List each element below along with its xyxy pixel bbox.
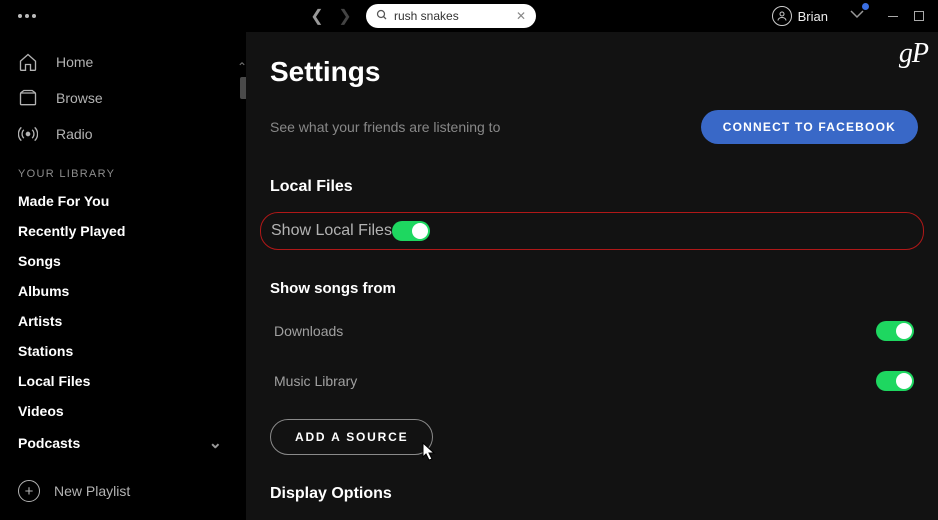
chevron-down-icon: ⌄: [209, 433, 222, 453]
new-playlist-button[interactable]: + New Playlist: [0, 466, 246, 520]
search-icon: [376, 9, 388, 24]
add-source-button[interactable]: ADD A SOURCE: [270, 419, 433, 455]
avatar-icon: [772, 6, 792, 26]
sidebar-item-artists[interactable]: Artists: [0, 306, 246, 336]
window-maximize-button[interactable]: [914, 11, 924, 21]
show-songs-from-header: Show songs from: [270, 280, 918, 297]
browse-icon: [18, 88, 38, 108]
source-row-downloads: Downloads: [270, 315, 918, 347]
display-options-header: Display Options: [270, 485, 918, 503]
sidebar-item-recently-played[interactable]: Recently Played: [0, 216, 246, 246]
notification-button[interactable]: [848, 5, 866, 28]
user-menu[interactable]: Brian: [772, 6, 828, 26]
sidebar-item-home[interactable]: Home: [0, 44, 246, 80]
search-value: rush snakes: [394, 9, 510, 23]
source-toggle-music-library[interactable]: [876, 371, 914, 391]
watermark: gP: [899, 38, 928, 70]
home-icon: [18, 52, 38, 72]
local-files-header: Local Files: [270, 178, 918, 196]
sidebar-item-songs[interactable]: Songs: [0, 246, 246, 276]
sidebar-item-made-for-you[interactable]: Made For You: [0, 186, 246, 216]
source-label: Music Library: [274, 373, 876, 389]
sidebar-item-label: Radio: [56, 126, 93, 142]
sidebar-item-label: Home: [56, 54, 93, 70]
sidebar-item-label: Browse: [56, 90, 103, 106]
sidebar-item-stations[interactable]: Stations: [0, 336, 246, 366]
sidebar-item-radio[interactable]: Radio: [0, 116, 246, 152]
show-local-files-label: Show Local Files: [271, 222, 392, 240]
sidebar-item-videos[interactable]: Videos: [0, 396, 246, 426]
window-minimize-button[interactable]: [888, 16, 898, 17]
clear-search-icon[interactable]: ✕: [516, 9, 526, 23]
nav-back-button[interactable]: ❮: [306, 6, 328, 26]
sidebar-item-local-files[interactable]: Local Files: [0, 366, 246, 396]
settings-panel: gP Settings See what your friends are li…: [246, 32, 938, 520]
search-input[interactable]: rush snakes ✕: [366, 4, 536, 28]
source-label: Downloads: [274, 323, 876, 339]
sidebar: ⌃ Home Browse Radio YOUR LIBRARY Made Fo…: [0, 32, 246, 520]
nav-forward-button[interactable]: ❯: [334, 6, 356, 26]
source-toggle-downloads[interactable]: [876, 321, 914, 341]
show-local-files-toggle[interactable]: [392, 221, 430, 241]
notification-dot-icon: [862, 3, 869, 10]
connect-facebook-button[interactable]: CONNECT TO FACEBOOK: [701, 110, 918, 144]
app-menu-icon[interactable]: [18, 14, 36, 18]
sidebar-item-podcasts[interactable]: Podcasts ⌄: [0, 426, 246, 460]
plus-icon: +: [18, 480, 40, 502]
radio-icon: [18, 124, 38, 144]
new-playlist-label: New Playlist: [54, 483, 130, 499]
user-name: Brian: [798, 9, 828, 24]
top-bar: ❮ ❯ rush snakes ✕ Brian: [0, 0, 938, 32]
friends-activity-text: See what your friends are listening to: [270, 119, 681, 135]
page-title: Settings: [270, 56, 918, 88]
library-header: YOUR LIBRARY: [0, 152, 246, 186]
sidebar-item-label: Podcasts: [18, 435, 80, 451]
sidebar-item-albums[interactable]: Albums: [0, 276, 246, 306]
sidebar-item-browse[interactable]: Browse: [0, 80, 246, 116]
source-row-music-library: Music Library: [270, 365, 918, 397]
show-local-files-row: Show Local Files: [260, 212, 924, 250]
